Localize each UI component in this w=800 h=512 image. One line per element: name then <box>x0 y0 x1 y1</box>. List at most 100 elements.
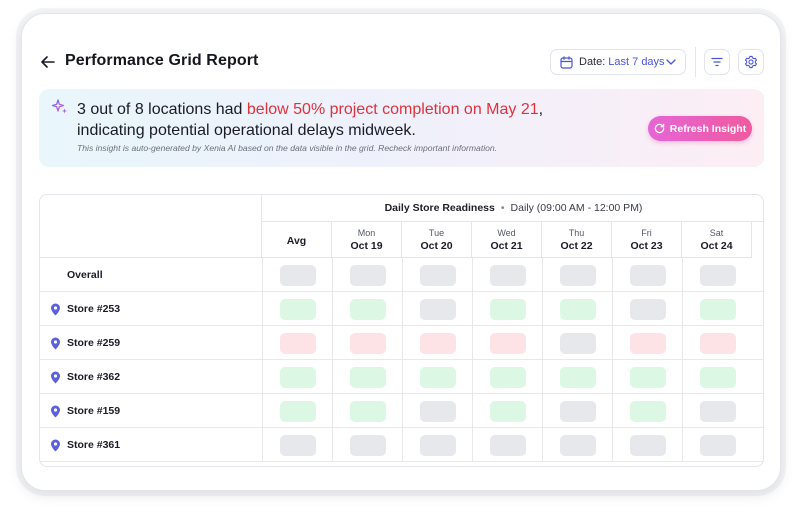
status-pill-gray[interactable] <box>349 264 386 286</box>
status-pill-green[interactable] <box>279 366 316 388</box>
status-pill-gray[interactable] <box>419 264 456 286</box>
status-pill-green[interactable] <box>699 298 736 320</box>
status-pill-gray[interactable] <box>629 264 666 286</box>
status-pill-gray[interactable] <box>629 434 666 456</box>
header-divider <box>695 47 696 77</box>
status-pill-green[interactable] <box>419 366 456 388</box>
grid-group-header: Daily Store Readiness • Daily (09:00 AM … <box>262 195 763 222</box>
status-pill-red[interactable] <box>489 332 526 354</box>
column-header-day: Wed Oct 21 <box>472 222 542 258</box>
column-header-day: Sat Oct 24 <box>682 222 752 258</box>
status-pill-gray[interactable] <box>419 434 456 456</box>
row-label-text: Store #159 <box>67 405 121 417</box>
date-range-dropdown[interactable]: Date: Last 7 days <box>550 49 686 75</box>
refresh-insight-button[interactable]: Refresh Insight <box>648 116 752 141</box>
status-pill-gray[interactable] <box>279 434 316 456</box>
insight-disclaimer: This insight is auto-generated by Xenia … <box>77 143 498 153</box>
settings-button[interactable] <box>738 49 764 75</box>
grid-cell <box>472 258 542 292</box>
status-pill-green[interactable] <box>629 400 666 422</box>
back-button[interactable] <box>39 53 57 71</box>
refresh-insight-label: Refresh Insight <box>669 122 747 135</box>
status-pill-gray[interactable] <box>419 298 456 320</box>
status-pill-gray[interactable] <box>699 434 736 456</box>
insight-text-start: 3 out of 8 locations had <box>77 101 247 118</box>
status-pill-green[interactable] <box>699 366 736 388</box>
grid-cell-avg <box>262 326 332 360</box>
status-pill-green[interactable] <box>279 298 316 320</box>
status-pill-gray[interactable] <box>699 264 736 286</box>
status-pill-gray[interactable] <box>559 400 596 422</box>
status-pill-green[interactable] <box>489 298 526 320</box>
grid-cell-avg <box>262 394 332 428</box>
grid-cell <box>402 428 472 462</box>
status-pill-green[interactable] <box>489 366 526 388</box>
status-pill-red[interactable] <box>349 332 386 354</box>
location-pin-icon <box>50 405 61 418</box>
row-label-text: Store #362 <box>67 371 121 383</box>
status-pill-gray[interactable] <box>559 332 596 354</box>
column-header-day: Fri Oct 23 <box>612 222 682 258</box>
row-label-text: Overall <box>67 269 103 281</box>
status-pill-gray[interactable] <box>489 264 526 286</box>
column-date: Oct 19 <box>350 240 383 252</box>
grid-cell <box>682 258 752 292</box>
grid-cell <box>472 428 542 462</box>
grid-cell <box>402 394 472 428</box>
grid-cell <box>472 394 542 428</box>
grid-cell <box>332 292 402 326</box>
filter-button[interactable] <box>704 49 730 75</box>
grid-cell-avg <box>262 258 332 292</box>
row-label[interactable]: Overall <box>40 258 262 292</box>
status-pill-green[interactable] <box>349 298 386 320</box>
insight-text-line2: indicating potential operational delays … <box>77 122 416 139</box>
status-pill-green[interactable] <box>559 366 596 388</box>
status-pill-gray[interactable] <box>349 434 386 456</box>
grid-cell <box>402 326 472 360</box>
status-pill-green[interactable] <box>489 400 526 422</box>
row-label[interactable]: Store #159 <box>40 394 262 428</box>
group-separator: • <box>500 202 505 214</box>
status-pill-green[interactable] <box>279 400 316 422</box>
status-pill-red[interactable] <box>419 332 456 354</box>
row-label[interactable]: Store #259 <box>40 326 262 360</box>
row-label-text: Store #361 <box>67 439 121 451</box>
insight-highlight: below 50% project completion on May 21 <box>246 101 539 118</box>
row-label[interactable]: Store #362 <box>40 360 262 394</box>
readiness-grid: Daily Store Readiness • Daily (09:00 AM … <box>39 194 764 467</box>
status-pill-gray[interactable] <box>699 400 736 422</box>
grid-cell <box>682 326 752 360</box>
row-label[interactable]: Store #253 <box>40 292 262 326</box>
table-row: Store #361 <box>40 428 763 462</box>
column-avg-label: Avg <box>286 235 307 247</box>
status-pill-green[interactable] <box>349 400 386 422</box>
status-pill-gray[interactable] <box>559 434 596 456</box>
column-date: Oct 23 <box>630 240 663 252</box>
status-pill-gray[interactable] <box>279 264 316 286</box>
table-row: Store #362 <box>40 360 763 394</box>
status-pill-red[interactable] <box>699 332 736 354</box>
grid-cell <box>542 258 612 292</box>
status-pill-gray[interactable] <box>419 400 456 422</box>
table-row: Store #253 <box>40 292 763 326</box>
column-weekday: Wed <box>497 228 516 238</box>
date-range-value: Last 7 days <box>608 56 665 68</box>
status-pill-green[interactable] <box>629 366 666 388</box>
table-row: Store #159 <box>40 394 763 428</box>
table-row: Overall <box>40 258 763 292</box>
status-pill-gray[interactable] <box>629 298 666 320</box>
status-pill-gray[interactable] <box>559 264 596 286</box>
column-date: Oct 22 <box>560 240 593 252</box>
grid-cell <box>612 360 682 394</box>
grid-cell <box>542 394 612 428</box>
grid-cell <box>612 292 682 326</box>
grid-corner-cell <box>40 195 262 258</box>
grid-cell <box>332 258 402 292</box>
status-pill-gray[interactable] <box>489 434 526 456</box>
row-label[interactable]: Store #361 <box>40 428 262 462</box>
status-pill-red[interactable] <box>629 332 666 354</box>
status-pill-green[interactable] <box>559 298 596 320</box>
status-pill-green[interactable] <box>349 366 386 388</box>
status-pill-red[interactable] <box>279 332 316 354</box>
grid-cell <box>332 326 402 360</box>
